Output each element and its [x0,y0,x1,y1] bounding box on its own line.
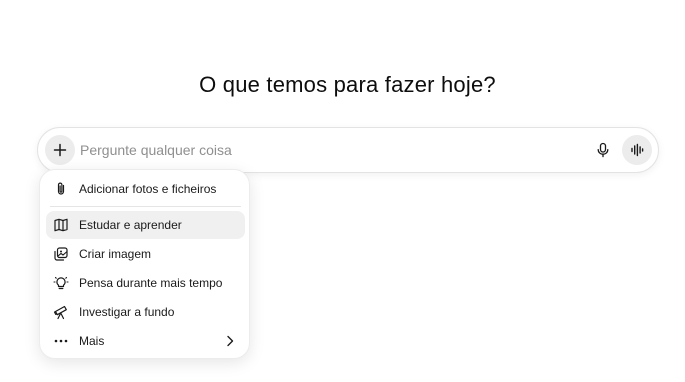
more-dots-icon [53,333,69,349]
prompt-composer [37,127,659,173]
menu-item-create-image[interactable]: Criar imagem [46,240,245,268]
menu-item-label: Estudar e aprender [79,218,182,232]
prompt-input[interactable] [80,140,580,160]
image-icon [53,246,69,262]
chat-home: O que temos para fazer hoje? Pergunte qu… [0,0,685,382]
menu-item-label: Investigar a fundo [79,305,175,319]
add-attachment-button[interactable] [45,135,75,165]
attachment-menu: Adicionar fotos e ficheiros Estudar e ap… [39,169,250,359]
menu-item-think-longer[interactable]: Pensa durante mais tempo [46,269,245,297]
microphone-icon [595,142,611,158]
page-title: O que temos para fazer hoje? [199,72,496,97]
menu-item-label: Pensa durante mais tempo [79,276,223,290]
menu-item-deep-research[interactable]: Investigar a fundo [46,298,245,326]
book-icon [53,217,69,233]
menu-item-label: Mais [79,334,105,348]
menu-item-more[interactable]: Mais [46,327,245,355]
menu-item-study-learn[interactable]: Estudar e aprender [46,211,245,239]
menu-item-label: Criar imagem [79,247,152,261]
menu-divider [50,206,241,207]
telescope-icon [53,304,69,320]
plus-icon [52,142,68,158]
voice-waveform-icon [629,142,645,158]
dictate-button[interactable] [590,137,616,163]
menu-item-label: Adicionar fotos e ficheiros [79,182,217,196]
lightbulb-icon [53,275,69,291]
menu-item-add-photos-files[interactable]: Adicionar fotos e ficheiros [46,175,245,203]
paperclip-icon [53,181,69,197]
chevron-right-icon [223,334,237,348]
voice-mode-button[interactable] [622,135,652,165]
